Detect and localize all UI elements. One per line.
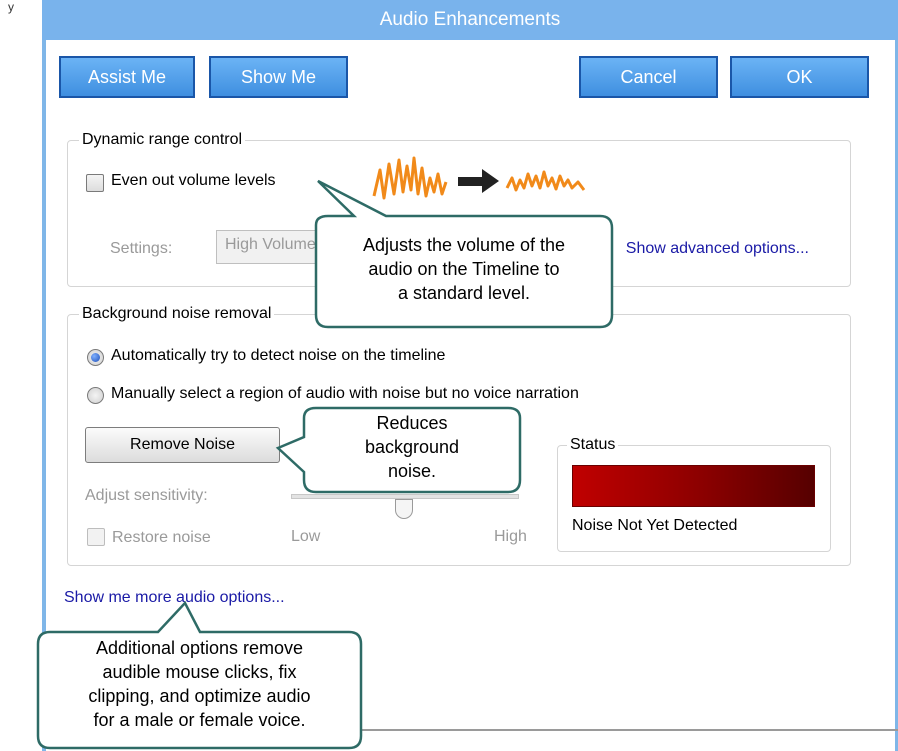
callout-more-text: Additional options remove audible mouse … [88,638,311,730]
callout-volume-text: Adjusts the volume of the audio on the T… [362,235,566,303]
callout-noise-text: Reduces background noise. [364,413,460,481]
